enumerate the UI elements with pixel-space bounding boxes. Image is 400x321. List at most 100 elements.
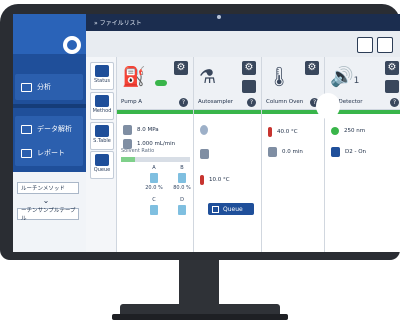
instrument-icon[interactable] xyxy=(377,37,393,53)
home-button[interactable] xyxy=(63,36,81,54)
solvent-label: C xyxy=(152,197,156,203)
solvent-ratio-bar xyxy=(121,157,190,162)
nav-item-analysis[interactable]: 分析 xyxy=(15,74,83,100)
vial-icon xyxy=(200,125,208,135)
status-bar xyxy=(194,110,261,114)
vial-row xyxy=(200,125,208,135)
view-tabs: Status Method S.Table Queue xyxy=(86,57,117,252)
solvent-ratio-fill xyxy=(121,157,135,162)
screen: 分析 データ解析 レポート ルーチンメソッド ⌄ ーチンサンプルテーブル » フ… xyxy=(13,14,400,252)
wavelength-value: 250 nm xyxy=(344,128,366,134)
hourglass-icon xyxy=(268,147,277,157)
solvent-label: A xyxy=(152,165,156,171)
screen-glare xyxy=(316,93,340,119)
flow-value: 1.000 mL/min xyxy=(137,141,176,147)
sampler-temp-value: 10.0 °C xyxy=(209,177,230,183)
page-title: » ファイルリスト xyxy=(94,20,142,27)
window-icon[interactable] xyxy=(357,37,373,53)
nav-item-label: データ解析 xyxy=(37,125,72,133)
routine-sample-table-item[interactable]: ーチンサンプルテーブル xyxy=(17,208,79,222)
report-icon xyxy=(21,148,32,158)
solvent-label: B xyxy=(180,165,184,171)
gear-icon[interactable]: ⚙ xyxy=(242,61,256,75)
tab-queue[interactable]: Queue xyxy=(90,151,114,179)
gear-icon[interactable]: ⚙ xyxy=(174,61,188,75)
oven-time-value: 0.0 min xyxy=(282,149,303,155)
pump-icon: ⛽ xyxy=(122,66,146,88)
tab-label: Queue xyxy=(93,167,111,173)
status-bar xyxy=(117,110,193,114)
status-bar xyxy=(262,110,324,114)
thermometer-icon xyxy=(268,127,272,137)
table-icon xyxy=(95,125,109,137)
lamp-value: D2 - On xyxy=(345,149,367,155)
nav-item-report[interactable]: レポート xyxy=(15,140,83,166)
gear-icon[interactable]: ⚙ xyxy=(385,61,399,75)
tab-sample-table[interactable]: S.Table xyxy=(90,122,114,150)
tab-label: Method xyxy=(92,108,112,114)
bottle-icon xyxy=(178,173,186,183)
breadcrumb-bar: » ファイルリスト xyxy=(86,14,400,31)
help-icon[interactable]: ? xyxy=(179,98,188,107)
tab-label: Status xyxy=(94,78,110,84)
needle-row xyxy=(200,149,209,159)
pressure-row: 8.0 MPa xyxy=(123,125,159,135)
toolbar xyxy=(86,31,400,57)
data-analysis-icon xyxy=(21,124,32,134)
module-header: ⚗ ⚙ Autosampler ? xyxy=(194,57,261,110)
oven-time-row: 0.0 min xyxy=(268,147,303,157)
analysis-icon xyxy=(21,82,32,92)
tab-method[interactable]: Method xyxy=(90,92,114,120)
routine-method-item[interactable]: ルーチンメソッド xyxy=(17,182,79,194)
chart-icon[interactable] xyxy=(385,80,399,93)
queue-icon xyxy=(212,205,219,213)
pump-module: ⛽ ⚙ Pump A ? 8.0 MPa 1.000 mL/min Solven… xyxy=(117,57,194,252)
pressure-icon xyxy=(123,125,132,135)
column-oven-module: 🌡 ⚙ Column Oven ? 40.0 °C 0.0 min xyxy=(262,57,325,252)
chevron-down-icon[interactable]: ⌄ xyxy=(41,196,51,206)
wavelength-row: 250 nm xyxy=(331,127,365,135)
module-title: Autosampler xyxy=(198,99,234,105)
solvent-d: D xyxy=(173,197,191,217)
channel-number: 1 xyxy=(353,76,360,86)
solvent-value: 20.0 % xyxy=(145,185,163,191)
camera-dot xyxy=(217,15,221,19)
bottle-icon xyxy=(150,173,158,183)
module-title: Pump A xyxy=(121,99,143,105)
monitor-stand-neck xyxy=(179,260,219,306)
help-icon[interactable]: ? xyxy=(390,98,399,107)
wave-icon xyxy=(331,127,339,135)
module-title: Column Oven xyxy=(266,99,304,105)
nav-item-label: レポート xyxy=(37,149,65,157)
lamp-icon xyxy=(331,147,340,157)
vials-icon: ⚗ xyxy=(199,66,217,88)
bottle-icon xyxy=(178,205,186,215)
detector-icon: 🔊1 xyxy=(330,66,360,88)
monitor-stand-foot xyxy=(112,314,288,320)
solvent-label: D xyxy=(180,197,184,203)
nav-item-data-analysis[interactable]: データ解析 xyxy=(15,116,83,142)
tab-label: S.Table xyxy=(93,138,111,144)
thermometer-icon xyxy=(200,175,204,185)
nav-item-label: 分析 xyxy=(37,83,51,91)
solvent-ratio-label: Solvent Ratio xyxy=(121,148,155,154)
tab-status[interactable]: Status xyxy=(90,62,114,90)
solvent-a: A 20.0 % xyxy=(145,165,163,191)
status-icon xyxy=(95,65,109,77)
solvent-b: B 80.0 % xyxy=(173,165,191,191)
pump-toggle[interactable] xyxy=(155,80,167,86)
help-icon[interactable]: ? xyxy=(247,98,256,107)
bottle-icon xyxy=(150,205,158,215)
solvent-c: C xyxy=(145,197,163,217)
queue-label: Queue xyxy=(223,205,243,213)
lamp-row: D2 - On xyxy=(331,147,366,157)
syringe-icon xyxy=(200,149,209,159)
queue-button[interactable]: Queue xyxy=(208,203,254,215)
autosampler-module: ⚗ ⚙ Autosampler ? 10.0 °C Queue xyxy=(194,57,262,252)
queue-icon xyxy=(95,154,109,166)
method-icon xyxy=(95,95,109,107)
oven-temp-value: 40.0 °C xyxy=(277,129,298,135)
gear-icon[interactable]: ⚙ xyxy=(305,61,319,75)
sampler-temp-row: 10.0 °C xyxy=(200,175,230,185)
rack-icon[interactable] xyxy=(242,80,256,93)
